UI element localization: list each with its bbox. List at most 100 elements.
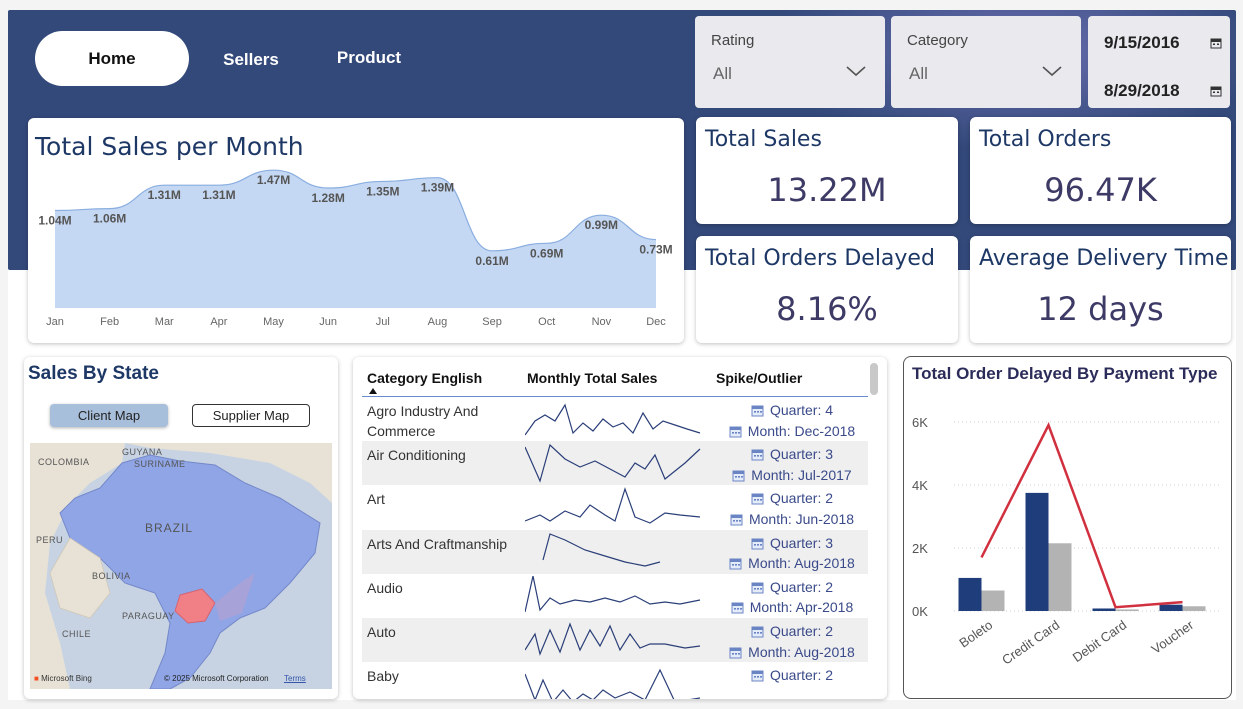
x-tick-label: Jan <box>46 316 64 328</box>
x-tick-label: Credit Card <box>999 617 1062 667</box>
data-label: 1.31M <box>148 188 181 202</box>
sparkline-path <box>525 487 701 525</box>
map-label-bolivia: BOLIVIA <box>92 571 131 581</box>
chevron-down-icon[interactable] <box>1041 60 1063 82</box>
nav-sellers-button[interactable]: Sellers <box>205 44 297 76</box>
category-name: Agro Industry And Commerce <box>367 403 479 439</box>
state-map[interactable]: COLOMBIA GUYANA SURINAME BRAZIL PERU BOL… <box>30 443 332 689</box>
category-value[interactable]: All <box>909 64 928 84</box>
total-orders-card: Total Orders 96.47K <box>970 117 1231 224</box>
spike-cell: Quarter: 2 Month: Jun-2018 <box>717 488 867 529</box>
total-sales-card: Total Sales 13.22M <box>696 117 958 224</box>
calendar-icon <box>729 558 742 570</box>
spike-cell: Quarter: 3 Month: Aug-2018 <box>717 533 867 574</box>
end-date[interactable]: 8/29/2018 <box>1104 81 1180 101</box>
rating-slicer[interactable]: Rating All <box>695 16 885 108</box>
sparkline-path <box>542 532 661 567</box>
spike-text: Quarter: 3 <box>717 533 867 554</box>
table-row[interactable]: Baby Quarter: 2 <box>362 662 868 699</box>
table-scrollbar[interactable] <box>870 363 878 395</box>
x-tick-label: Voucher <box>1149 617 1197 657</box>
table-row[interactable]: Art Quarter: 2 Month: Jun-2018 <box>362 485 868 529</box>
header-spike[interactable]: Spike/Outlier <box>716 370 802 386</box>
spike-text: Quarter: 4 <box>717 400 867 421</box>
avg-delivery-card: Average Delivery Time 12 days <box>970 236 1231 343</box>
calendar-icon[interactable] <box>1210 85 1222 97</box>
calendar-icon[interactable] <box>1210 37 1222 49</box>
x-tick-label: Nov <box>592 316 612 328</box>
rating-value[interactable]: All <box>713 64 732 84</box>
spike-cell: Quarter: 3 Month: Jul-2017 <box>717 444 867 485</box>
calendar-icon <box>729 426 742 437</box>
data-label: 0.61M <box>475 254 508 268</box>
category-slicer[interactable]: Category All <box>891 16 1081 108</box>
supplier-map-button[interactable]: Supplier Map <box>192 404 310 427</box>
category-name: Arts And Craftmanship <box>367 535 508 552</box>
map-label-paraguay: PARAGUAY <box>122 611 175 621</box>
bar[interactable] <box>1092 608 1116 611</box>
spike-cell: Quarter: 4 Month: Dec-2018 <box>717 400 867 441</box>
category-name: Auto <box>367 624 396 640</box>
y-tick-label: 0K <box>912 604 928 619</box>
map-label-peru: PERU <box>36 535 64 545</box>
spike-cell: Quarter: 2 Month: Apr-2018 <box>717 577 867 618</box>
calendar-icon <box>732 470 745 482</box>
table-row[interactable]: Audio Quarter: 2 Month: Apr-2018 <box>362 574 868 618</box>
date-range-slicer[interactable]: 9/15/2016 8/29/2018 <box>1088 16 1230 108</box>
map-shapes <box>30 443 332 689</box>
chevron-down-icon[interactable] <box>845 60 867 82</box>
table-row[interactable]: Agro Industry And Commerce Quarter: 4 Mont… <box>362 397 868 441</box>
x-tick-label: Dec <box>646 316 666 328</box>
nav-home-button[interactable]: Home <box>35 31 189 86</box>
sparkline-path <box>525 575 701 612</box>
kpi-title: Total Orders <box>979 127 1112 152</box>
spike-text: Quarter: 2 <box>717 577 867 598</box>
x-tick-label: Aug <box>428 316 448 328</box>
payment-type-chart: 0K 2K 4K 6K Boleto Credit Card Debit Card Vouch… <box>912 415 1222 668</box>
header-monthly-sales[interactable]: Monthly Total Sales <box>527 370 657 386</box>
nav-product-button[interactable]: Product <box>322 42 416 74</box>
calendar-icon <box>730 514 743 526</box>
client-map-button[interactable]: Client Map <box>50 404 168 427</box>
x-tick-label: Mar <box>155 316 174 328</box>
calendar-icon <box>731 602 744 614</box>
bar[interactable] <box>1182 606 1206 611</box>
header-category[interactable]: Category English <box>367 370 482 386</box>
sort-ascending-icon[interactable] <box>369 388 377 394</box>
sparkline <box>525 444 701 483</box>
kpi-value: 12 days <box>1037 290 1164 328</box>
kpi-value: 8.16% <box>776 290 878 328</box>
x-tick-label: Boleto <box>956 617 995 650</box>
map-terms-link[interactable]: Terms <box>284 674 306 683</box>
spike-text: Quarter: 2 <box>717 665 867 686</box>
bar[interactable] <box>981 590 1005 611</box>
bar[interactable] <box>1025 492 1049 611</box>
x-tick-label: Jul <box>376 316 390 328</box>
calendar-icon <box>751 449 764 461</box>
table-row[interactable]: Auto Quarter: 2 Month: Aug-2018 <box>362 618 868 662</box>
spike-text: Quarter: 3 <box>717 444 867 465</box>
data-label: 0.69M <box>530 246 563 260</box>
bar[interactable] <box>1115 609 1139 611</box>
data-label: 0.73M <box>639 243 672 257</box>
sparkline-path <box>525 403 701 436</box>
table-row[interactable]: Arts And Craftmanship Quarter: 3 Month: Au… <box>362 529 868 574</box>
calendar-icon <box>751 493 764 505</box>
table-row[interactable]: Air Conditioning Quarter: 3 Month: Jul-201… <box>362 441 868 486</box>
x-tick-label: Oct <box>538 316 555 328</box>
calendar-icon <box>751 538 764 550</box>
spike-text: Month: Apr-2018 <box>717 597 867 618</box>
map-credit-text: Microsoft Bing <box>41 674 92 683</box>
bar[interactable] <box>958 577 982 611</box>
map-label-chile: CHILE <box>62 629 92 639</box>
calendar-icon <box>751 626 764 638</box>
y-tick-label: 2K <box>912 541 928 556</box>
data-label: 1.39M <box>421 181 454 195</box>
bar[interactable] <box>1159 604 1183 611</box>
spike-text: Month: Jun-2018 <box>717 509 867 530</box>
spike-cell: Quarter: 2 Month: Aug-2018 <box>717 621 867 662</box>
start-date[interactable]: 9/15/2016 <box>1104 33 1180 53</box>
kpi-title: Average Delivery Time <box>979 246 1229 271</box>
bar[interactable] <box>1048 543 1072 611</box>
x-tick-label: Feb <box>100 316 119 328</box>
